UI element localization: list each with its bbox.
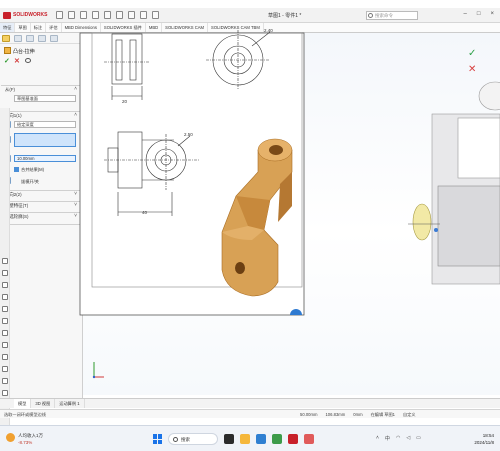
confirm-corner-ok-icon[interactable]: ✓ bbox=[468, 48, 476, 59]
status-x: 50.00mm bbox=[300, 412, 318, 417]
bottom-tabs: 模型 3D 视图 运动算例 1 bbox=[0, 398, 500, 408]
status-info: 50.00mm 106.83mm 0mm 在编辑 草图1 自定义 bbox=[300, 412, 416, 418]
battery-icon[interactable]: ▭ bbox=[416, 435, 421, 442]
wifi-icon[interactable]: ◠ bbox=[396, 435, 400, 442]
chevron-up-icon[interactable]: ˄ bbox=[376, 435, 379, 442]
status-units[interactable]: 自定义 bbox=[403, 412, 416, 418]
status-mode: 在编辑 草图1 bbox=[370, 412, 396, 417]
file-explorer-icon[interactable] bbox=[240, 434, 250, 444]
status-hint: 选取一闭环或模型边线 bbox=[4, 412, 46, 417]
taskbar: 人均收入1万 -8.73% 搜索 ˄ 中 ◠ ◁ ▭ 18:54 2024/11 bbox=[0, 425, 500, 451]
tab-3d-views[interactable]: 3D 视图 bbox=[31, 399, 56, 408]
clock-time: 18:54 bbox=[482, 433, 494, 438]
assembly-part-right bbox=[408, 81, 500, 285]
edge-browser-icon[interactable] bbox=[256, 434, 266, 444]
taskbar-apps bbox=[224, 434, 314, 444]
status-bar: 选取一闭环或模型边线 50.00mm 106.83mm 0mm 在编辑 草图1 … bbox=[0, 409, 500, 418]
input-language[interactable]: 中 bbox=[385, 435, 390, 442]
status-z: 0mm bbox=[353, 412, 363, 417]
widget-change: -8.73% bbox=[18, 440, 33, 445]
taskbar-search[interactable]: 搜索 bbox=[168, 433, 218, 445]
graphics-overlay: 20 2.40 40 2.50 bbox=[79, 28, 500, 379]
dimension-label: 40 bbox=[142, 210, 148, 215]
solidworks-taskbar-icon[interactable] bbox=[288, 434, 298, 444]
clock[interactable]: 18:54 2024/11/8 bbox=[462, 432, 494, 446]
task-view-icon[interactable] bbox=[224, 434, 234, 444]
system-tray: ˄ 中 ◠ ◁ ▭ bbox=[376, 435, 421, 442]
widget-icon bbox=[6, 433, 15, 442]
tab-model[interactable]: 模型 bbox=[14, 399, 32, 408]
wechat-icon[interactable] bbox=[272, 434, 282, 444]
status-y: 106.83mm bbox=[325, 412, 346, 417]
clock-date: 2024/11/8 bbox=[474, 440, 494, 445]
volume-icon[interactable]: ◁ bbox=[406, 435, 410, 442]
dimension-label: 2.40 bbox=[264, 28, 273, 33]
start-button[interactable] bbox=[153, 434, 163, 444]
dimension-label: 20 bbox=[122, 99, 128, 104]
dimension-label: 2.50 bbox=[184, 132, 193, 137]
screen: SOLIDWORKS 草图1 - 零件1 * 搜索命令 – □ × 特征 草图 … bbox=[0, 0, 500, 451]
app-icon[interactable] bbox=[304, 434, 314, 444]
widget-headline: 人均收入1万 bbox=[18, 433, 44, 438]
taskbar-search-label: 搜索 bbox=[181, 437, 190, 442]
search-icon bbox=[173, 437, 178, 442]
confirm-corner-cancel-icon[interactable]: ✕ bbox=[468, 64, 476, 75]
view-triad bbox=[92, 362, 104, 379]
tab-motion-study[interactable]: 运动算例 1 bbox=[55, 399, 85, 408]
